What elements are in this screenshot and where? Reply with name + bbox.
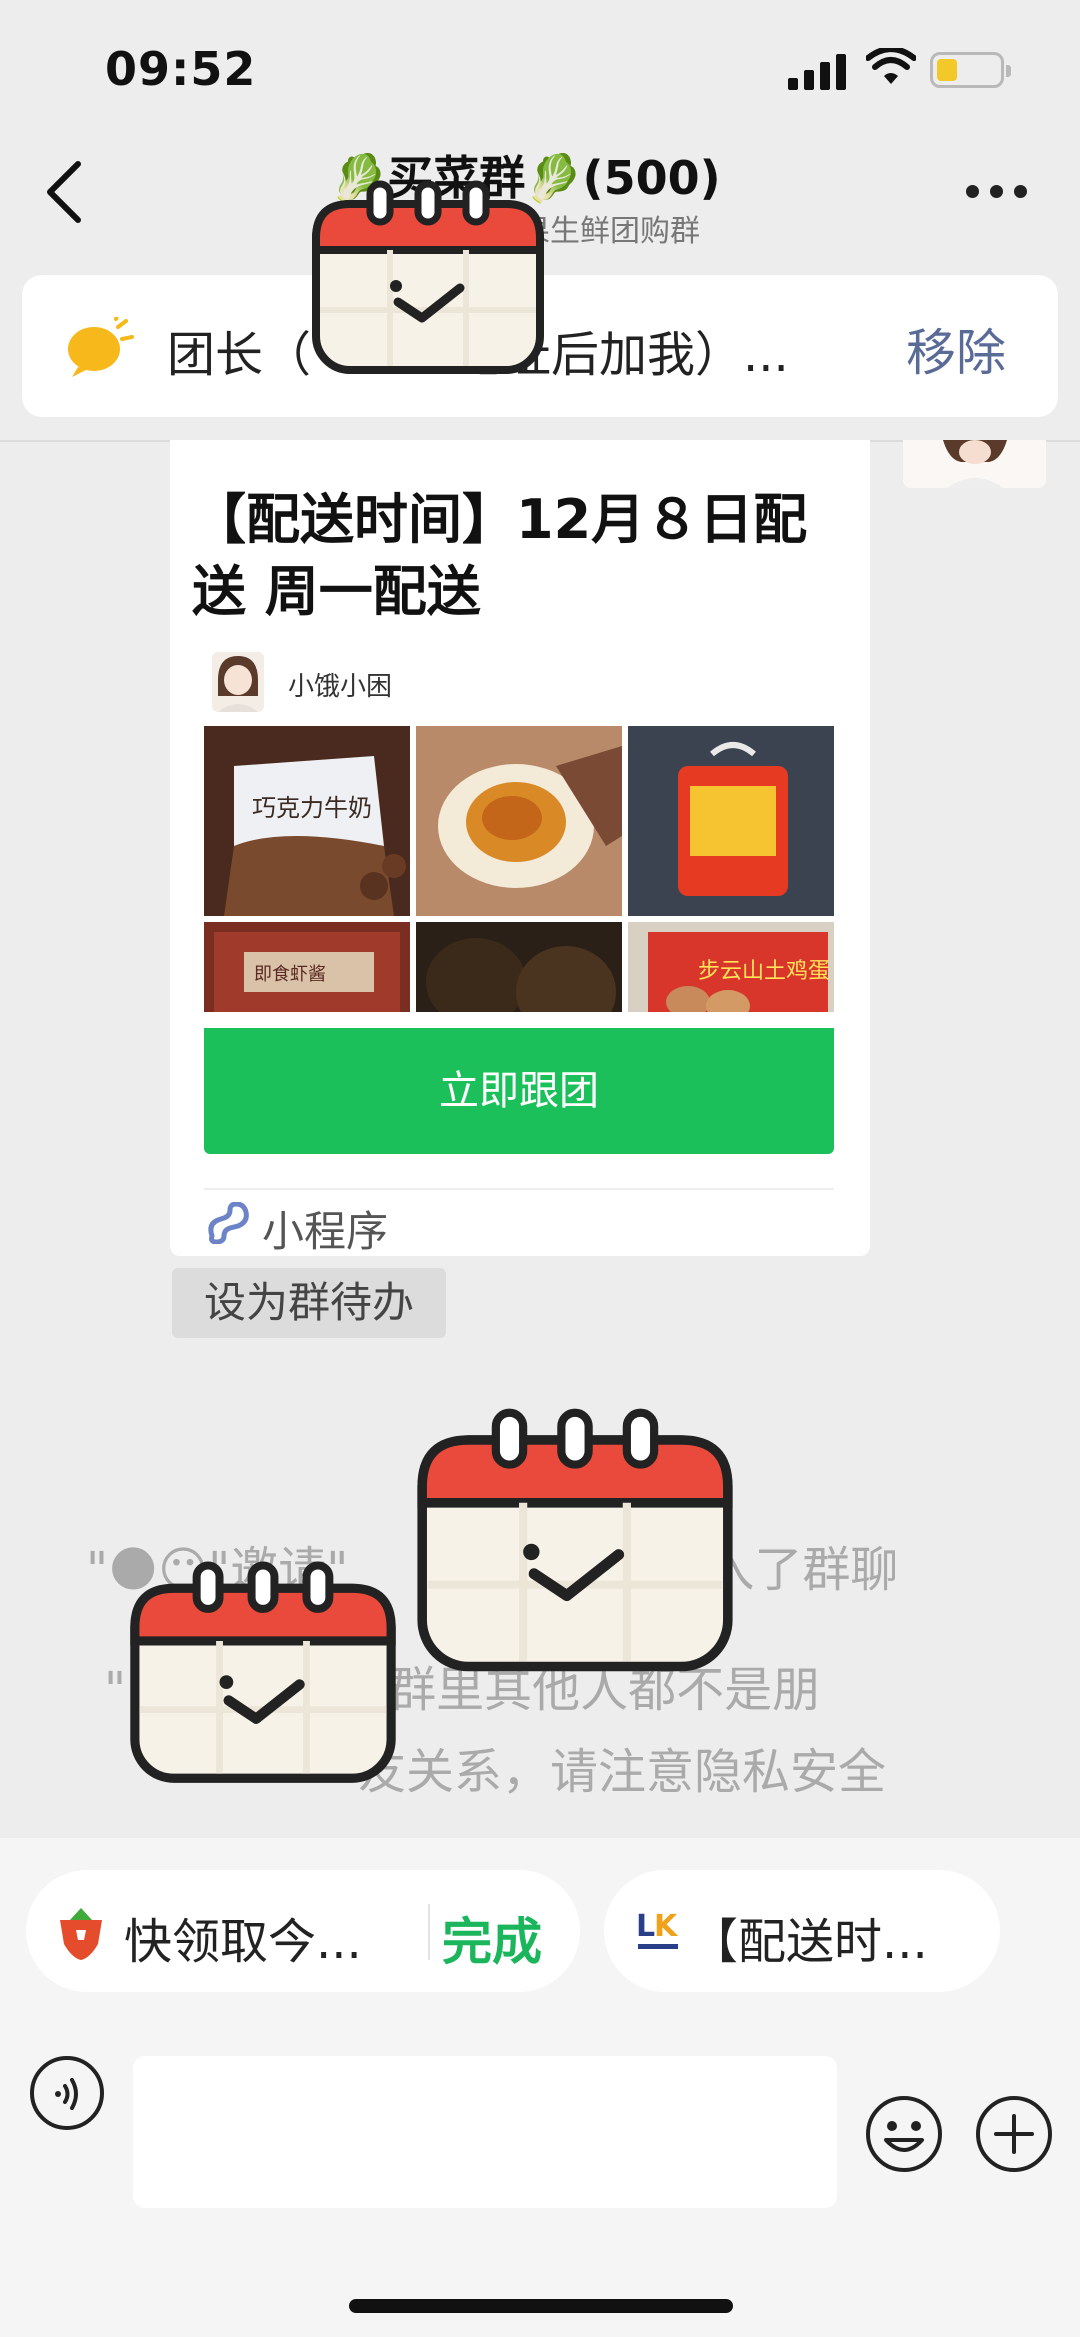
join-group-button[interactable]: 立即跟团 bbox=[204, 1028, 834, 1154]
product-label: 步云山土鸡蛋 bbox=[698, 959, 830, 984]
product-image-shrimp-paste: 即食虾酱 bbox=[204, 922, 410, 1012]
mini-program-icon bbox=[208, 1202, 249, 1244]
battery-icon bbox=[930, 52, 1011, 88]
plus-icon[interactable] bbox=[974, 2094, 1054, 2174]
quick-chip-delivery[interactable]: L K 【配送时... bbox=[604, 1870, 1000, 1992]
product-image-salted-egg bbox=[416, 726, 622, 916]
quick-chip-todo[interactable]: 快领取今... 完成 bbox=[26, 1870, 580, 1992]
product-image-preserved-egg bbox=[416, 922, 622, 1012]
chip-done-button[interactable]: 完成 bbox=[442, 1902, 542, 1974]
set-group-todo-button[interactable]: 设为群待办 bbox=[172, 1268, 446, 1338]
chip-separator bbox=[428, 1904, 430, 1960]
strawberry-icon bbox=[60, 1908, 102, 1960]
calendar-sticker-icon bbox=[130, 1561, 396, 1783]
chip-todo-text: 快领取今... bbox=[124, 1914, 362, 1970]
svg-text:K: K bbox=[654, 1909, 679, 1944]
avatar[interactable] bbox=[903, 440, 1046, 488]
chat-subtitle: 果生鲜团购群 bbox=[520, 214, 700, 249]
group-buy-card[interactable]: 【配送时间】12月８日配送 周一配送 小饿小困 巧克力牛奶 即食虾酱 步云山土鸡… bbox=[170, 440, 870, 1256]
product-image-grid: 巧克力牛奶 即食虾酱 步云山土鸡蛋 bbox=[204, 726, 834, 1012]
chevron-left-icon[interactable] bbox=[44, 160, 84, 224]
author-avatar bbox=[212, 652, 264, 712]
signal-icon bbox=[788, 52, 846, 90]
lk-logo-icon: L K bbox=[636, 1909, 679, 1949]
emoji-icon[interactable] bbox=[864, 2094, 944, 2174]
svg-text:L: L bbox=[636, 1909, 655, 1944]
notice-remove-button[interactable]: 移除 bbox=[906, 313, 1006, 385]
card-divider bbox=[204, 1188, 834, 1190]
megaphone-icon bbox=[68, 317, 134, 377]
product-label: 巧克力牛奶 bbox=[252, 794, 372, 822]
product-image-rice-bag bbox=[628, 726, 834, 916]
status-bar: 09:52 bbox=[0, 0, 1080, 130]
bottom-panel: 快领取今... 完成 L K 【配送时... bbox=[0, 1838, 1080, 2337]
product-image-chicken-eggs: 步云山土鸡蛋 bbox=[628, 922, 834, 1012]
message-input[interactable] bbox=[133, 2056, 837, 2208]
chip-delivery-text: 【配送时... bbox=[690, 1914, 928, 1970]
product-label: 即食虾酱 bbox=[254, 964, 326, 985]
wifi-icon bbox=[866, 48, 916, 84]
status-time: 09:52 bbox=[105, 42, 257, 96]
calendar-sticker-icon bbox=[312, 180, 544, 374]
card-title: 【配送时间】12月８日配送 周一配送 bbox=[192, 488, 808, 623]
mini-program-label: 小程序 bbox=[262, 1207, 389, 1256]
home-indicator bbox=[349, 2299, 733, 2313]
voice-icon[interactable] bbox=[28, 2054, 106, 2132]
more-dots-icon[interactable] bbox=[966, 185, 1027, 199]
product-image-chocolate-milk: 巧克力牛奶 bbox=[204, 726, 410, 916]
calendar-sticker-icon bbox=[417, 1408, 733, 1672]
card-author: 小饿小困 bbox=[288, 672, 393, 702]
